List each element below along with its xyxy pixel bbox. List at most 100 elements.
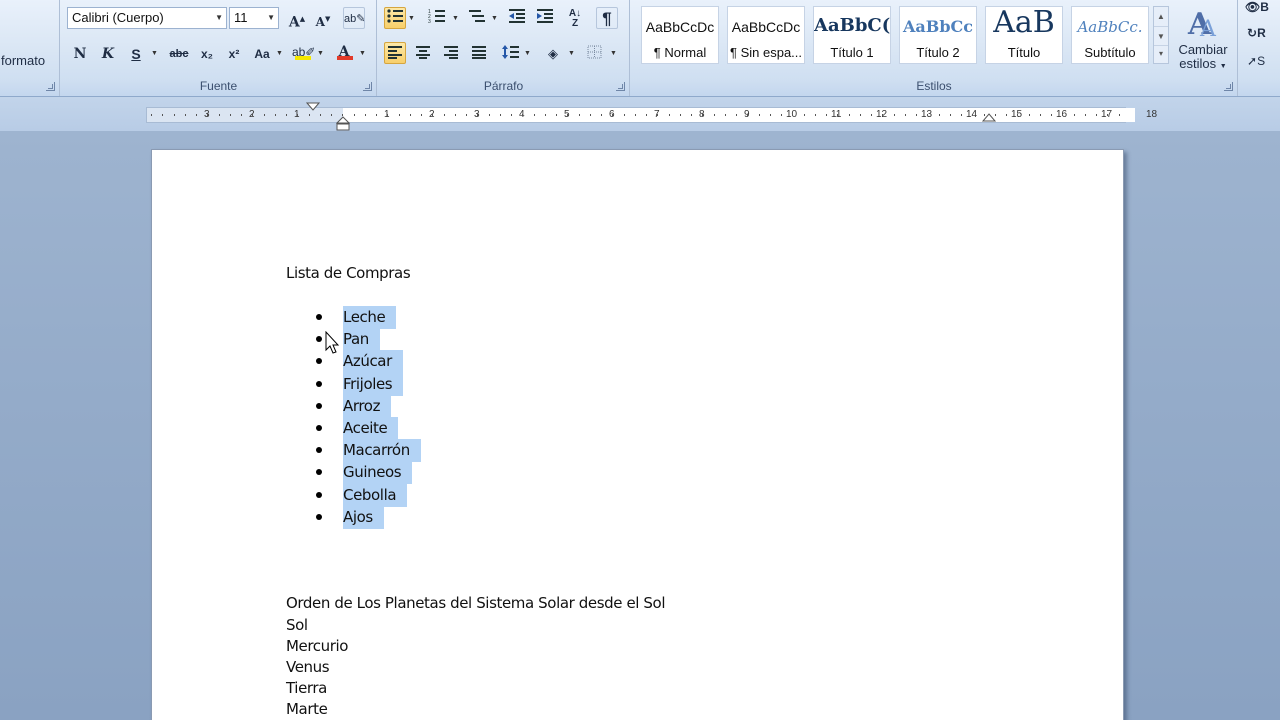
- ruler-tick: [477, 114, 479, 116]
- select-button[interactable]: ➚S: [1247, 54, 1265, 68]
- grow-font-button[interactable]: A▲: [286, 7, 308, 31]
- paragraph-group-label: Párrafo: [483, 79, 524, 93]
- style-heading-1[interactable]: AaBbC( Título 1: [813, 6, 891, 64]
- numbering-button[interactable]: 1 2 3: [426, 7, 448, 29]
- planet-line: Sol: [286, 616, 308, 634]
- change-case-button[interactable]: Aa: [251, 42, 273, 64]
- format-painter-label[interactable]: formato: [1, 53, 45, 68]
- ruler-tick: [1051, 114, 1052, 116]
- document-page[interactable]: Lista de Compras Leche Pan Azúcar Frijoles A…: [151, 149, 1124, 720]
- gallery-more-icon[interactable]: ▾: [1154, 45, 1168, 63]
- style-name: Título 1: [830, 45, 874, 60]
- chevron-down-icon[interactable]: ▼: [317, 50, 324, 57]
- line-spacing-button[interactable]: [500, 42, 522, 64]
- styles-dialog-launcher[interactable]: [1224, 82, 1233, 91]
- justify-button[interactable]: [468, 42, 490, 64]
- align-center-button[interactable]: [412, 42, 434, 64]
- ruler-tick: [229, 114, 231, 116]
- ruler-tick: [589, 114, 591, 116]
- mouse-pointer-icon: [325, 331, 340, 354]
- list-bullet: [316, 469, 322, 476]
- shading-button[interactable]: ◈: [542, 42, 564, 64]
- chevron-down-icon[interactable]: ▼: [359, 50, 366, 57]
- subscript-button[interactable]: x₂: [196, 42, 218, 64]
- show-formatting-button[interactable]: ¶: [596, 7, 618, 29]
- style-name: Subtítulo: [1084, 45, 1136, 60]
- chevron-down-icon[interactable]: ▼: [568, 50, 575, 57]
- find-button[interactable]: 👁B: [1245, 0, 1269, 14]
- multilevel-list-button[interactable]: [466, 7, 488, 29]
- replace-button[interactable]: ↻R: [1247, 26, 1266, 40]
- right-indent-marker[interactable]: [982, 113, 996, 123]
- increase-indent-button[interactable]: [534, 7, 556, 29]
- change-styles-button[interactable]: A A Cambiar estilos ▼: [1173, 2, 1233, 74]
- binoculars-icon: 👁: [1245, 0, 1261, 14]
- chevron-down-icon[interactable]: ▼: [276, 50, 283, 57]
- list-item[interactable]: Ajos: [343, 505, 384, 530]
- style-sample: AaB: [993, 6, 1055, 40]
- bold-button[interactable]: N: [69, 42, 91, 64]
- chevron-down-icon[interactable]: ▼: [151, 50, 158, 57]
- list-item[interactable]: Aceite: [343, 417, 399, 441]
- chevron-down-icon[interactable]: ▼: [408, 15, 415, 22]
- align-left-button[interactable]: [384, 42, 406, 64]
- ruler-tick: [466, 114, 467, 116]
- horizontal-ruler[interactable]: 321123456789101112131415161718: [146, 102, 1157, 131]
- style-normal[interactable]: AaBbCcDc ¶ Normal: [641, 6, 719, 64]
- hanging-indent-marker[interactable]: [336, 116, 350, 132]
- list-item[interactable]: Frijoles: [343, 372, 404, 397]
- style-sample: AaBbCc.: [1077, 18, 1143, 36]
- list-item[interactable]: Leche: [343, 306, 397, 330]
- font-name-combo[interactable]: Calibri (Cuerpo) ▼: [67, 7, 227, 29]
- underline-button[interactable]: S: [125, 42, 147, 64]
- style-no-spacing[interactable]: AaBbCcDc ¶ Sin espa...: [727, 6, 805, 64]
- font-dialog-launcher[interactable]: [363, 82, 372, 91]
- list-item[interactable]: Azúcar: [343, 350, 403, 374]
- clipboard-group: formato: [0, 0, 60, 96]
- style-subtitle[interactable]: AaBbCc. Subtítulo: [1071, 6, 1149, 64]
- highlight-button[interactable]: ab✐: [291, 40, 315, 62]
- bullets-button[interactable]: [384, 7, 406, 29]
- ruler-tick: [162, 114, 164, 116]
- style-heading-2[interactable]: AaBbCc Título 2: [899, 6, 977, 64]
- align-right-button[interactable]: [440, 42, 462, 64]
- font-color-button[interactable]: A: [333, 40, 355, 62]
- sort-button[interactable]: A↓ Z: [564, 7, 586, 29]
- chevron-down-icon[interactable]: ▼: [491, 15, 498, 22]
- borders-button[interactable]: [584, 42, 606, 64]
- style-title[interactable]: AaB Título: [985, 6, 1063, 64]
- clipboard-dialog-launcher[interactable]: [46, 82, 55, 91]
- ruler-tick: [724, 114, 726, 116]
- chevron-down-icon[interactable]: ▼: [610, 50, 617, 57]
- shrink-font-button[interactable]: A▼: [312, 7, 334, 29]
- style-name: Título: [1007, 45, 1041, 60]
- ruler-tick: [173, 114, 175, 116]
- list-bullet: [316, 380, 322, 387]
- strikethrough-button[interactable]: abc: [164, 42, 194, 64]
- ruler-tick: [713, 114, 715, 116]
- ruler-tick: [1084, 114, 1086, 116]
- ruler-tick: [634, 114, 636, 116]
- clear-format-button[interactable]: ab✎: [343, 7, 365, 29]
- list-item[interactable]: Macarrón: [343, 439, 421, 463]
- paragraph-dialog-launcher[interactable]: [616, 82, 625, 91]
- list-item[interactable]: Cebolla: [343, 483, 408, 508]
- ruler-tick: [578, 114, 580, 116]
- first-line-indent-marker[interactable]: [306, 102, 320, 112]
- chevron-up-icon[interactable]: ▲: [1154, 7, 1168, 26]
- chevron-down-icon[interactable]: ▼: [524, 50, 531, 57]
- italic-button[interactable]: K: [97, 42, 119, 64]
- superscript-button[interactable]: x²: [223, 42, 245, 64]
- list-item[interactable]: Guineos: [343, 461, 413, 485]
- font-size-combo[interactable]: 11 ▼: [229, 7, 279, 29]
- ruler-tick: [938, 114, 940, 116]
- chevron-down-icon[interactable]: ▼: [452, 15, 459, 22]
- chevron-down-icon[interactable]: ▼: [1154, 26, 1168, 45]
- planets-heading: Orden de Los Planetas del Sistema Solar …: [286, 594, 666, 612]
- change-styles-icon: A A: [1187, 7, 1217, 42]
- list-item[interactable]: Arroz: [343, 394, 392, 419]
- highlight-color-swatch: [295, 56, 311, 60]
- decrease-indent-button[interactable]: [506, 7, 528, 29]
- style-sample: AaBbCcDc: [645, 19, 715, 35]
- list-item[interactable]: Pan: [343, 328, 380, 352]
